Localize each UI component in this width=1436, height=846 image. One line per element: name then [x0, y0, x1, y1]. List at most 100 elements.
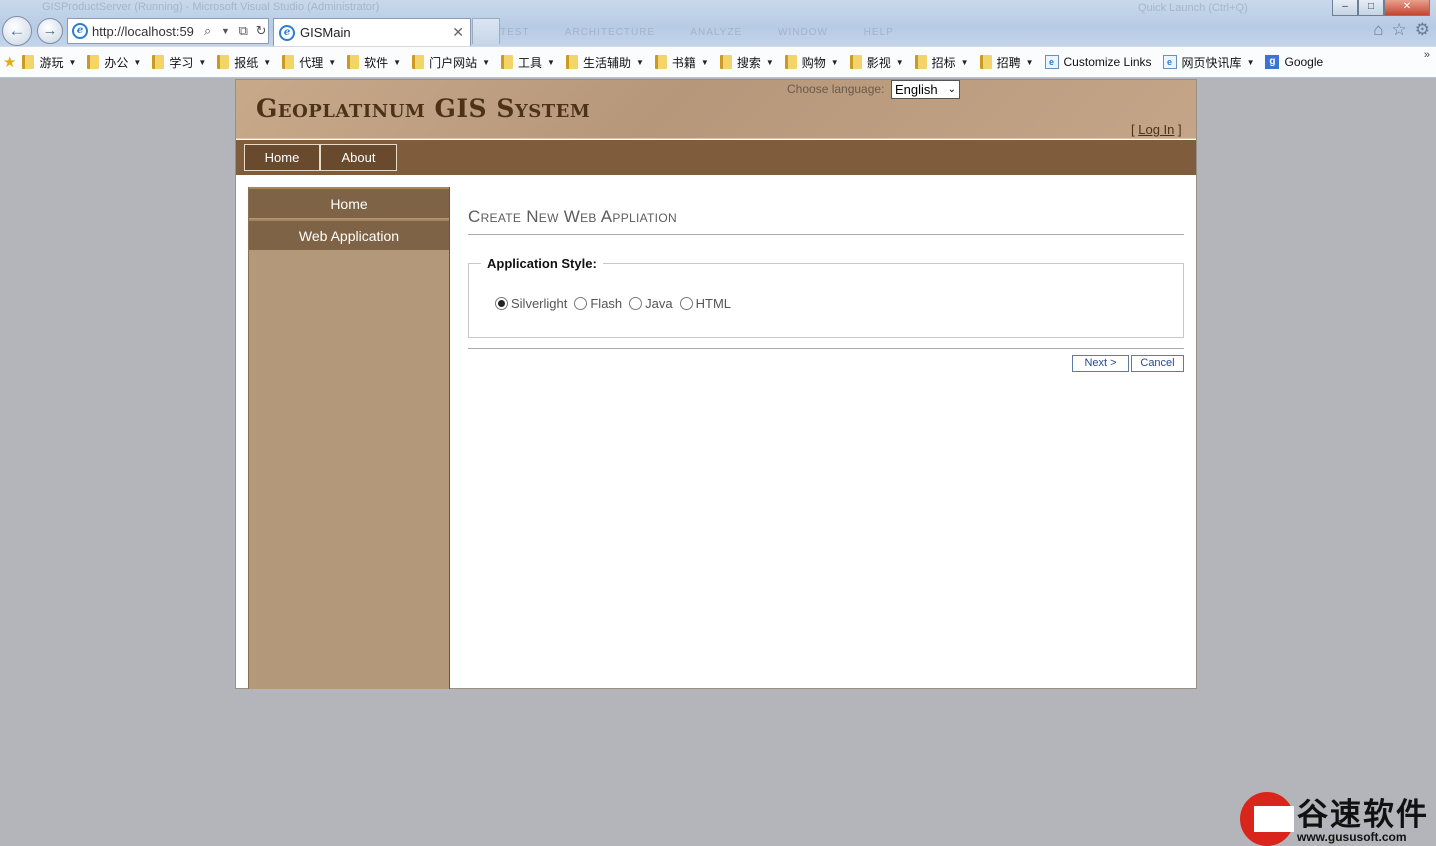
favorites-folder[interactable]: 书籍 ▼	[654, 54, 709, 71]
browser-toolbar-icons: ⌂ ☆ ⚙	[1373, 20, 1430, 40]
favorites-folder-label: 软件	[364, 55, 389, 70]
compatibility-view-icon[interactable]: ⧉	[236, 23, 250, 39]
fieldset-legend: Application Style:	[481, 256, 603, 271]
folder-icon	[501, 55, 514, 69]
minimize-button[interactable]: –	[1332, 0, 1358, 16]
tab-title: GISMain	[300, 25, 351, 40]
sidebar-item-home[interactable]: Home	[249, 187, 449, 218]
address-bar[interactable]: e http://localhost:59 ⌕ ▼ ⧉ ↻	[67, 18, 269, 44]
favorites-bar: ★ 游玩 ▼ 办公 ▼ 学习 ▼ 报纸 ▼ 代理 ▼ 软件 ▼ 门户网站 ▼ 工具 ▼ 生活辅助 ▼ 书籍 ▼ 搜索 ▼ 购…	[0, 46, 1436, 78]
folder-icon	[347, 55, 360, 69]
sidebar-item-web-application[interactable]: Web Application	[249, 219, 449, 250]
chevron-down-icon: ▼	[960, 57, 969, 67]
favorites-folder-label: 招聘	[996, 55, 1021, 70]
folder-icon	[784, 55, 797, 69]
web-page: Geoplatinum GIS System Choose language: …	[235, 79, 1197, 689]
title-divider	[468, 234, 1184, 235]
favorites-folder[interactable]: 生活辅助 ▼	[565, 54, 644, 71]
folder-icon	[152, 55, 165, 69]
next-button[interactable]: Next >	[1072, 355, 1129, 372]
chevron-down-icon: ▼	[133, 57, 142, 67]
fav-link-customize[interactable]: e Customize Links	[1044, 55, 1152, 69]
favorites-folder[interactable]: 影视 ▼	[849, 54, 904, 71]
close-tab-icon[interactable]: ✕	[452, 24, 464, 41]
favorites-folder[interactable]: 游玩 ▼	[22, 54, 76, 71]
radio-option-java[interactable]: Java	[629, 296, 673, 311]
address-input[interactable]: http://localhost:59	[92, 24, 197, 39]
google-icon: g	[1265, 55, 1280, 69]
chevron-down-icon: ▼	[635, 57, 644, 67]
favorites-folder[interactable]: 学习 ▼	[152, 54, 206, 71]
favorites-folder[interactable]: 工具 ▼	[501, 54, 555, 71]
radio-button[interactable]	[679, 297, 693, 310]
search-icon[interactable]: ⌕	[201, 23, 215, 39]
chevron-down-icon: ▼	[328, 57, 337, 67]
browser-tab-gismain[interactable]: e GISMain ✕	[273, 18, 471, 46]
fav-link-webslice[interactable]: e 网页快讯库 ▼	[1162, 54, 1255, 71]
buttons-divider	[468, 348, 1184, 349]
folder-icon	[22, 55, 35, 69]
radio-button[interactable]	[574, 297, 588, 310]
back-button[interactable]: ←	[2, 16, 32, 46]
language-value: English	[895, 82, 938, 97]
favorites-folder[interactable]: 搜索 ▼	[719, 54, 774, 71]
home-icon[interactable]: ⌂	[1373, 20, 1383, 40]
folder-icon	[719, 55, 732, 69]
favorites-folder[interactable]: 软件 ▼	[347, 54, 401, 71]
radio-option-html[interactable]: HTML	[679, 296, 731, 311]
radio-button[interactable]	[495, 297, 508, 310]
faded-menu-item: HELP	[863, 27, 894, 38]
cancel-button[interactable]: Cancel	[1131, 355, 1184, 372]
close-window-button[interactable]: ✕	[1384, 0, 1430, 16]
more-favorites-icon[interactable]: »	[1424, 49, 1430, 61]
favorites-folder[interactable]: 办公 ▼	[87, 54, 141, 71]
quick-launch-faded: Quick Launch (Ctrl+Q)	[1138, 2, 1248, 14]
page-title: Create New Web Appliation	[468, 207, 677, 226]
favorites-folder[interactable]: 门户网站 ▼	[412, 54, 490, 71]
star-icon[interactable]: ☆	[1392, 20, 1407, 40]
favorites-folders: 游玩 ▼ 办公 ▼ 学习 ▼ 报纸 ▼ 代理 ▼ 软件 ▼ 门户网站 ▼ 工具 ▼ 生活辅助 ▼ 书籍 ▼ 搜索 ▼ 购物 ▼…	[22, 54, 1044, 71]
background-menu-faded: TEST ARCHITECTURE ANALYZE WINDOW HELP	[500, 27, 926, 38]
favorites-folder-label: 招标	[931, 55, 956, 70]
chevron-down-icon: ▼	[1025, 57, 1034, 67]
radio-button[interactable]	[629, 297, 643, 310]
menu-home[interactable]: Home	[244, 144, 320, 171]
watermark-text: 谷速软件	[1297, 797, 1429, 832]
favorites-folder[interactable]: 招聘 ▼	[979, 54, 1034, 71]
favorites-folder[interactable]: 报纸 ▼	[217, 54, 271, 71]
radio-option-flash[interactable]: Flash	[574, 296, 622, 311]
refresh-icon[interactable]: ↻	[254, 23, 268, 39]
favorites-folder-label: 办公	[104, 55, 129, 70]
radio-label: Flash	[590, 296, 623, 311]
language-label: Choose language:	[787, 82, 885, 96]
language-select[interactable]: English ⌄	[891, 80, 960, 99]
maximize-button[interactable]: □	[1358, 0, 1384, 16]
dropdown-arrow-icon[interactable]: ▼	[219, 26, 233, 36]
faded-menu-item: ARCHITECTURE	[564, 27, 656, 38]
chevron-down-icon: ▼	[482, 57, 491, 67]
fav-link-google[interactable]: g Google	[1265, 55, 1323, 69]
chevron-down-icon: ▼	[198, 57, 207, 67]
favorites-folder-label: 报纸	[234, 55, 259, 70]
favorites-folder[interactable]: 招标 ▼	[914, 54, 969, 71]
folder-icon	[565, 55, 578, 69]
favorites-folder[interactable]: 购物 ▼	[784, 54, 839, 71]
radio-label: Java	[645, 296, 673, 311]
chevron-down-icon: ▼	[700, 57, 709, 67]
forward-button[interactable]: →	[37, 18, 63, 44]
chevron-down-icon: ▼	[1246, 57, 1255, 67]
browser-titlebar: GISProductServer (Running) - Microsoft V…	[0, 0, 1436, 46]
menu-about[interactable]: About	[320, 144, 397, 171]
gear-icon[interactable]: ⚙	[1415, 20, 1430, 40]
favorites-star-icon[interactable]: ★	[3, 53, 16, 71]
new-tab-button[interactable]	[472, 18, 500, 44]
radio-option-silverlight[interactable]: Silverlight	[495, 296, 567, 311]
favorites-folder-label: 购物	[801, 55, 826, 70]
chevron-down-icon: ⌄	[947, 84, 956, 95]
sidebar: Home Web Application	[248, 187, 450, 689]
faded-menu-item: ANALYZE	[690, 27, 743, 38]
login-link[interactable]: Log In	[1138, 122, 1174, 137]
login-bracket-close: ]	[1174, 122, 1182, 137]
faded-menu-item: WINDOW	[778, 27, 828, 38]
favorites-folder[interactable]: 代理 ▼	[282, 54, 336, 71]
